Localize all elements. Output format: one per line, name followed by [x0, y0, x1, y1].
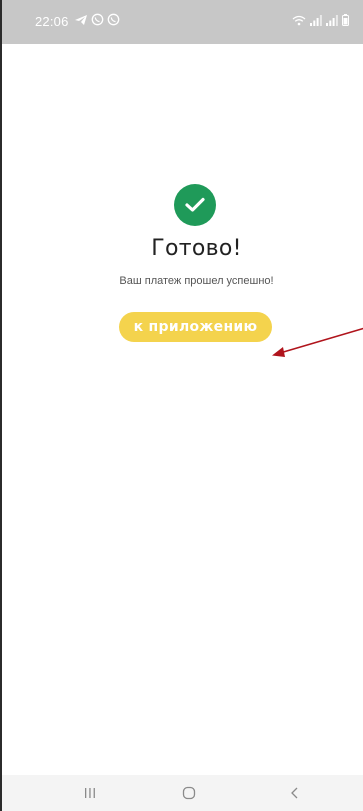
- annotation-arrow-icon: [272, 327, 363, 357]
- viber-icon: [107, 13, 120, 29]
- notification-icons: [74, 13, 120, 29]
- phone-screen: 22:06 Готово! Ваш платеж прошел успешно!…: [0, 0, 363, 811]
- signal-icon: [326, 14, 338, 29]
- wifi-icon: [292, 14, 306, 29]
- success-message: Ваш платеж прошел успешно!: [119, 275, 274, 287]
- payment-result-screen: Готово! Ваш платеж прошел успешно! к при…: [2, 44, 363, 775]
- recents-icon[interactable]: [78, 783, 102, 803]
- viber-icon: [91, 13, 104, 29]
- navigation-bar: [2, 775, 363, 811]
- status-bar: 22:06: [2, 0, 363, 44]
- page-title: Готово!: [151, 236, 242, 261]
- check-circle-icon: [174, 184, 216, 226]
- telegram-icon: [74, 14, 88, 29]
- battery-icon: [342, 14, 349, 29]
- status-time: 22:06: [35, 14, 69, 29]
- signal-icon: [310, 14, 322, 29]
- home-icon[interactable]: [177, 783, 201, 803]
- to-app-button[interactable]: к приложению: [119, 312, 272, 342]
- system-icons: [292, 14, 349, 29]
- back-icon[interactable]: [283, 783, 307, 803]
